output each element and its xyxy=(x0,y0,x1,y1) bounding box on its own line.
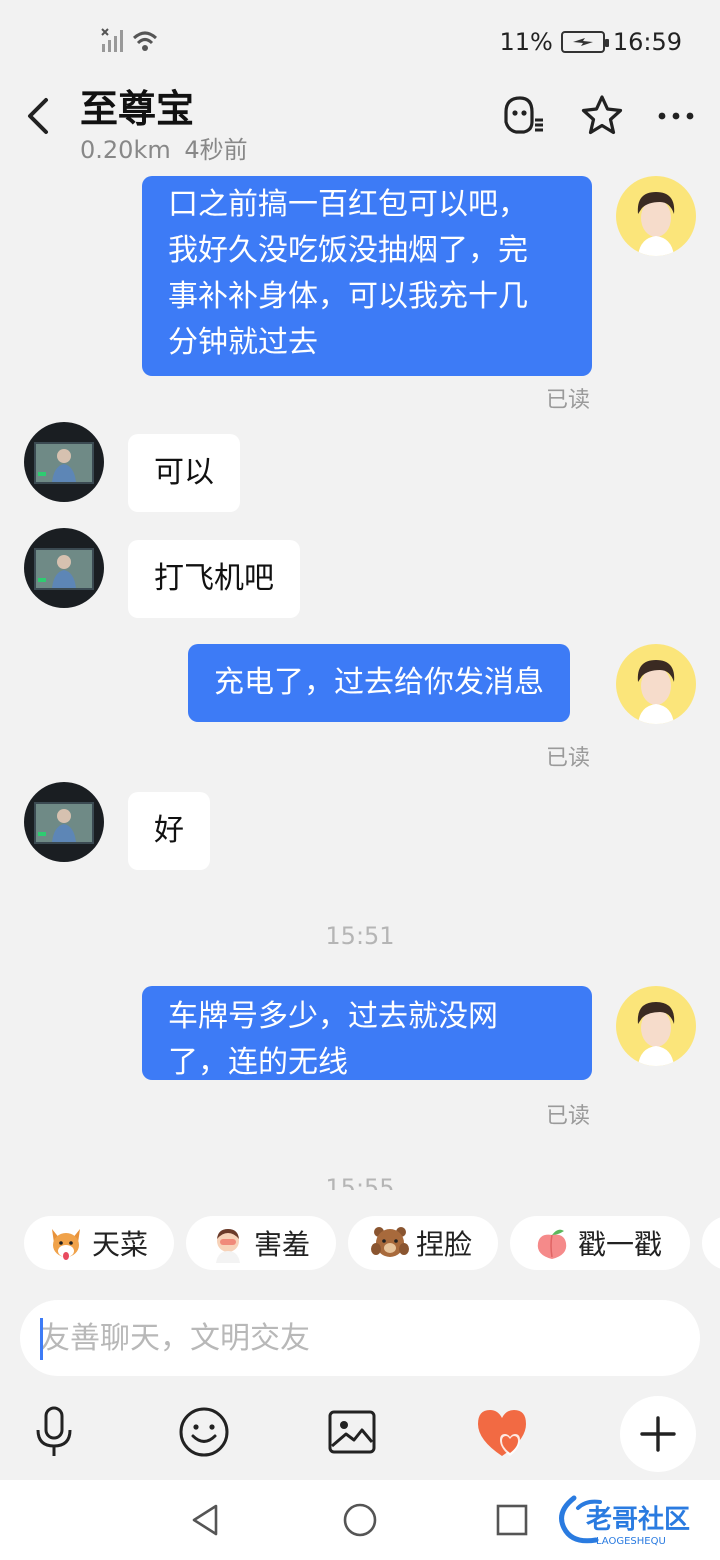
read-receipt: 已读 xyxy=(546,388,591,413)
battery-icon xyxy=(560,31,609,53)
message-line: 我好久没吃饭没抽烟了，完 xyxy=(168,233,528,268)
avatar-self-icon xyxy=(637,660,675,724)
message-line: 口之前搞一百红包可以吧， xyxy=(168,187,528,222)
reaction-chip-tiancai[interactable]: 天菜 xyxy=(24,1216,174,1270)
distance: 0.20km xyxy=(80,136,171,164)
avatar-contact[interactable] xyxy=(24,528,104,608)
reaction-chip-poke[interactable]: 戳一戳 xyxy=(510,1216,690,1270)
avatar-contact-icon xyxy=(34,548,94,590)
shy-icon xyxy=(216,1229,240,1263)
microphone-icon xyxy=(36,1406,72,1456)
nav-back-button[interactable] xyxy=(186,1500,226,1540)
time-separator: 15:55 xyxy=(325,1174,395,1190)
message-bubble-received[interactable]: 可以 xyxy=(128,434,240,512)
time-separator-clipped: 15:55 xyxy=(0,1172,720,1190)
message-input[interactable] xyxy=(20,1300,700,1376)
more-actions-button[interactable] xyxy=(620,1396,696,1472)
message-line: 分钟就过去 xyxy=(168,325,318,360)
nav-home-button[interactable] xyxy=(340,1500,380,1540)
time-separator: 15:51 xyxy=(325,922,395,950)
message-line: 事补补身体，可以我充十几 xyxy=(168,279,528,314)
heart-gift-icon xyxy=(478,1410,526,1456)
image-icon xyxy=(328,1410,376,1454)
reaction-chip-shy[interactable]: 害羞 xyxy=(186,1216,336,1270)
avatar-self[interactable] xyxy=(616,644,696,724)
message-bubble-sent[interactable]: 口之前搞一百红包可以吧， 我好久没吃饭没抽烟了，完 事补补身体，可以我充十几 分… xyxy=(142,176,592,376)
circle-home-icon xyxy=(343,1503,377,1537)
profile-card-button[interactable] xyxy=(498,92,546,140)
square-recents-icon xyxy=(496,1504,528,1536)
reaction-label: 捏脸 xyxy=(416,1228,473,1261)
message-bubble-sent[interactable]: 充电了，过去给你发消息 xyxy=(188,644,570,722)
text-caret xyxy=(40,1318,43,1360)
watermark-logo-icon: 老哥社区 LAOGESHEQU xyxy=(559,1495,690,1547)
signal-icon xyxy=(101,28,158,52)
avatar-self-icon xyxy=(637,192,675,256)
avatar-self[interactable] xyxy=(616,176,696,256)
message-bubble-received[interactable]: 好 xyxy=(128,792,210,870)
avatar-contact[interactable] xyxy=(24,422,104,502)
watermark-subtext: LAOGESHEQU xyxy=(596,1536,666,1547)
image-button[interactable] xyxy=(322,1402,382,1462)
avatar-contact-icon xyxy=(34,802,94,844)
star-icon xyxy=(581,95,623,135)
reaction-label: 戳一戳 xyxy=(578,1228,663,1261)
nav-recents-button[interactable] xyxy=(492,1500,532,1540)
watermark-text: 老哥社区 xyxy=(586,1504,690,1535)
back-button[interactable] xyxy=(22,96,56,136)
avatar-contact-icon xyxy=(34,442,94,484)
message-line: 车牌号多少，过去就没网 xyxy=(168,999,498,1034)
more-button[interactable] xyxy=(652,92,700,140)
avatar-contact[interactable] xyxy=(24,782,104,862)
contact-meta: 0.20km 4秒前 xyxy=(80,130,248,165)
favorite-button[interactable] xyxy=(578,92,626,140)
read-receipt: 已读 xyxy=(546,1104,591,1129)
reaction-label: 天菜 xyxy=(92,1228,149,1261)
chevron-left-icon xyxy=(28,98,48,134)
avatar-self-icon xyxy=(637,1002,675,1066)
system-navigation-bar: 老哥社区 LAOGESHEQU xyxy=(0,1480,720,1560)
read-receipt: 已读 xyxy=(546,746,591,771)
reaction-label: 害羞 xyxy=(254,1228,311,1261)
message-line: 了，连的无线 xyxy=(168,1045,348,1080)
emoji-icon xyxy=(179,1407,229,1457)
message-bubble-sent[interactable]: 车牌号多少，过去就没网 了，连的无线 xyxy=(142,986,592,1080)
last-seen: 4秒前 xyxy=(184,136,248,164)
gift-button[interactable] xyxy=(472,1402,532,1462)
peach-icon xyxy=(537,1229,567,1259)
message-bubble-received[interactable]: 打飞机吧 xyxy=(128,540,300,618)
composer xyxy=(0,1286,720,1480)
quick-reactions-bar: 天菜 害羞 捏脸 戳一戳 xyxy=(0,1204,720,1284)
contact-name: 至尊宝 xyxy=(80,87,195,131)
watermark-logo: 老哥社区 LAOGESHEQU xyxy=(556,1488,708,1552)
corgi-icon xyxy=(52,1229,80,1260)
signal-wifi-status xyxy=(100,26,162,56)
triangle-back-icon xyxy=(192,1504,218,1536)
face-profile-icon xyxy=(504,96,543,134)
reaction-chip-pinch[interactable]: 捏脸 xyxy=(348,1216,498,1270)
status-bar-right: 11% 16:59 xyxy=(499,28,682,56)
more-dots-icon xyxy=(658,112,694,120)
bear-icon xyxy=(371,1227,409,1257)
reaction-chip-more[interactable] xyxy=(702,1216,720,1270)
voice-button[interactable] xyxy=(24,1402,84,1462)
emoji-button[interactable] xyxy=(174,1402,234,1462)
avatar-self[interactable] xyxy=(616,986,696,1066)
plus-icon xyxy=(640,1416,676,1452)
battery-percent: 11% xyxy=(499,28,553,56)
clock: 16:59 xyxy=(612,28,682,56)
